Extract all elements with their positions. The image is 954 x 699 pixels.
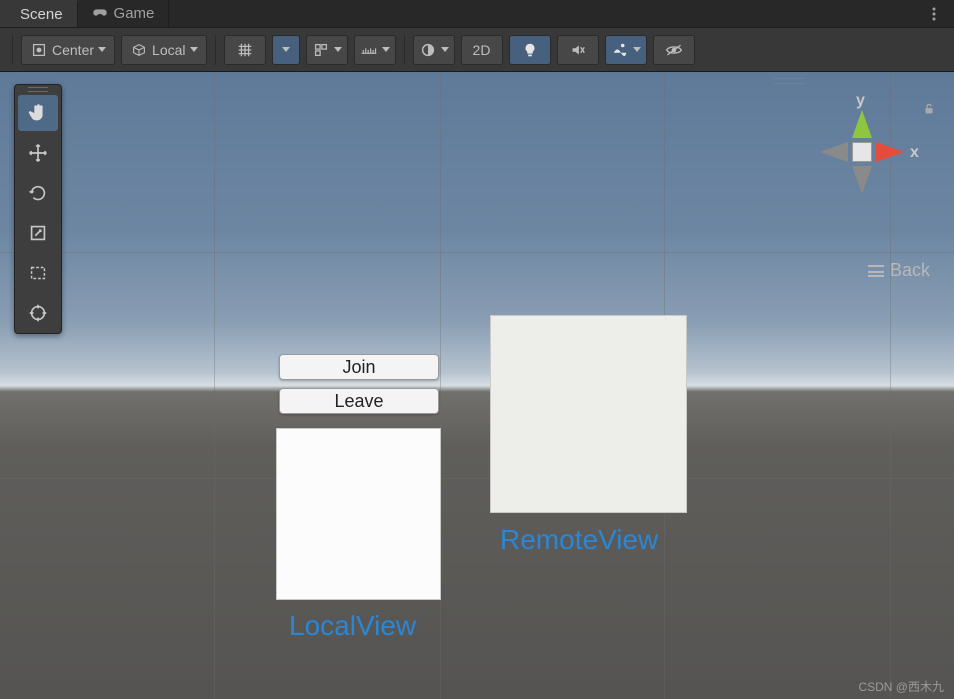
local-view-label: LocalView xyxy=(289,610,416,642)
gizmo-center[interactable] xyxy=(852,142,872,162)
axis-x-label: x xyxy=(910,144,919,162)
lighting-toggle[interactable] xyxy=(509,35,551,65)
mode-2d-label: 2D xyxy=(473,42,491,58)
chevron-down-icon xyxy=(98,47,106,52)
axis-neg-y-cone[interactable] xyxy=(852,166,872,194)
gizmo-back-text: Back xyxy=(890,260,930,281)
scene-viewport[interactable]: y x Back Join Leave LocalView RemoteView xyxy=(0,72,954,699)
lock-icon[interactable] xyxy=(922,102,936,116)
chevron-down-icon xyxy=(633,47,641,52)
shading-mode-button[interactable] xyxy=(413,35,455,65)
local-view-panel xyxy=(276,428,441,600)
watermark: CSDN @西木九 xyxy=(858,678,944,695)
remote-view-panel xyxy=(490,315,687,513)
join-button[interactable]: Join xyxy=(279,354,439,380)
chevron-down-icon xyxy=(382,47,390,52)
audio-toggle[interactable] xyxy=(557,35,599,65)
rotate-tool[interactable] xyxy=(18,175,58,211)
chevron-down-icon xyxy=(282,47,290,52)
game-tab-icon xyxy=(92,4,108,24)
transform-tool[interactable] xyxy=(18,295,58,331)
tab-more-menu[interactable] xyxy=(914,0,954,27)
tab-game[interactable]: Game xyxy=(78,0,170,27)
hand-tool[interactable] xyxy=(18,95,58,131)
scale-tool[interactable] xyxy=(18,215,58,251)
grid-snapping-button[interactable] xyxy=(224,35,266,65)
tool-column-grip[interactable] xyxy=(15,85,61,93)
move-tool[interactable] xyxy=(18,135,58,171)
leave-button-label: Leave xyxy=(334,391,383,412)
pivot-mode-label: Center xyxy=(52,42,94,58)
scene-guide xyxy=(440,72,441,699)
viewport-grip[interactable] xyxy=(774,78,804,84)
scene-guide xyxy=(214,72,215,699)
menu-icon xyxy=(868,265,884,277)
handle-space-button[interactable]: Local xyxy=(121,35,206,65)
gizmo-view-label[interactable]: Back xyxy=(868,260,930,281)
handle-space-label: Local xyxy=(152,42,185,58)
orientation-gizmo[interactable]: y x Back xyxy=(810,92,930,252)
axis-y-cone[interactable] xyxy=(852,110,872,138)
pivot-mode-button[interactable]: Center xyxy=(21,35,115,65)
remote-view-label: RemoteView xyxy=(500,524,658,556)
grid-snap-dropdown[interactable] xyxy=(272,35,300,65)
chevron-down-icon xyxy=(190,47,198,52)
chevron-down-icon xyxy=(441,47,449,52)
axis-x-cone[interactable] xyxy=(876,142,904,162)
mode-2d-button[interactable]: 2D xyxy=(461,35,503,65)
leave-button[interactable]: Leave xyxy=(279,388,439,414)
tab-scene-label: Scene xyxy=(20,6,63,23)
ruler-button[interactable] xyxy=(354,35,396,65)
snap-increment-button[interactable] xyxy=(306,35,348,65)
scene-guide xyxy=(0,478,954,479)
tab-strip: Scene Game xyxy=(0,0,954,28)
tab-game-label: Game xyxy=(114,5,155,22)
axis-y-label: y xyxy=(856,92,865,110)
tool-column xyxy=(14,84,62,334)
chevron-down-icon xyxy=(334,47,342,52)
scene-guide xyxy=(0,252,954,253)
scene-toolbar: Center Local 2D xyxy=(0,28,954,72)
join-button-label: Join xyxy=(342,357,375,378)
tab-scene[interactable]: Scene xyxy=(0,0,78,27)
rect-tool[interactable] xyxy=(18,255,58,291)
axis-neg-x-cone[interactable] xyxy=(820,142,848,162)
fx-toggle[interactable] xyxy=(605,35,647,65)
visibility-toggle[interactable] xyxy=(653,35,695,65)
